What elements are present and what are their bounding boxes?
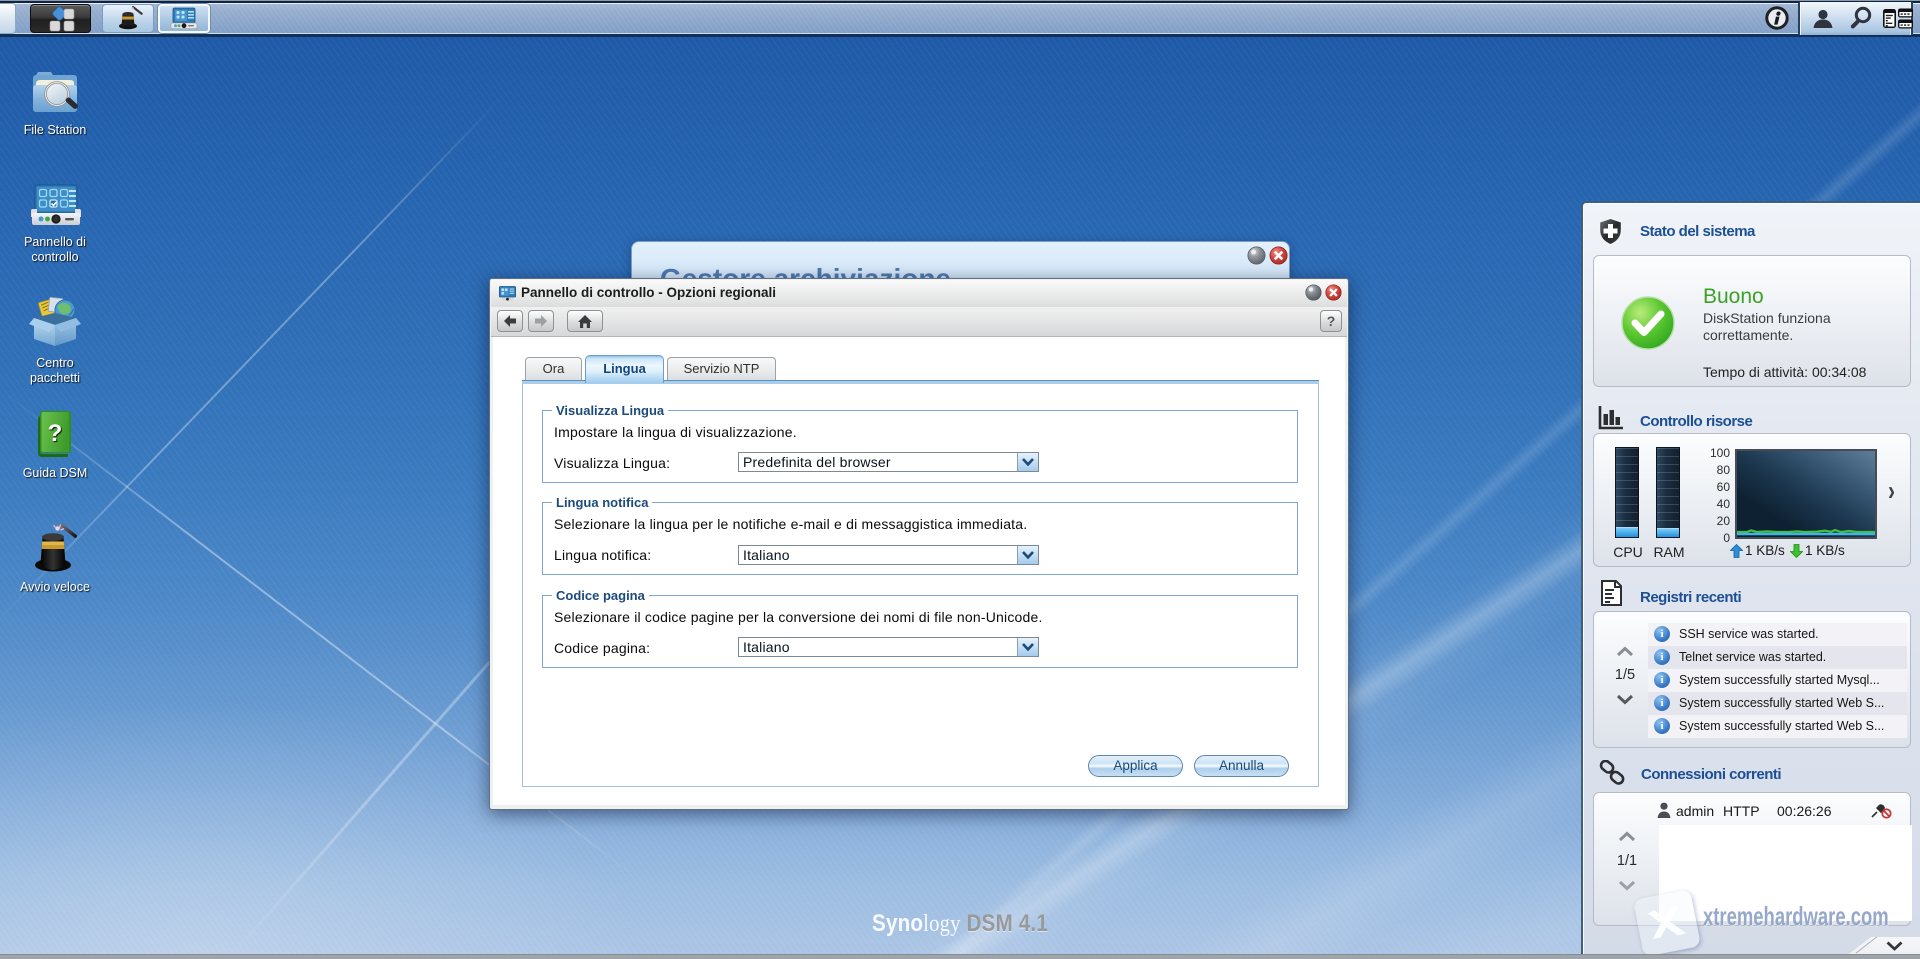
svg-text:?: ? xyxy=(48,420,63,447)
